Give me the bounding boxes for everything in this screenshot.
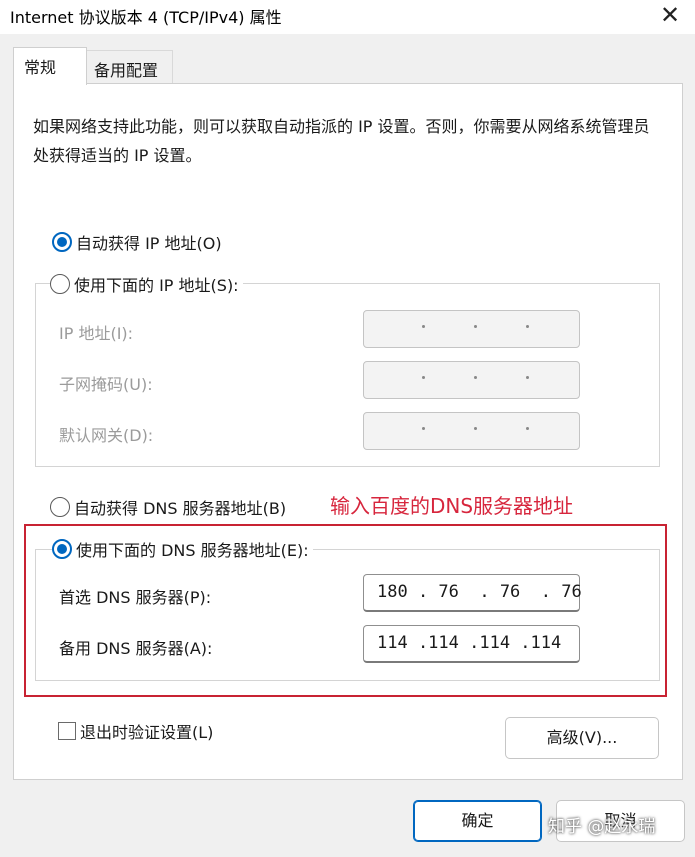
auto-ip-radio[interactable] [52, 232, 72, 252]
ip-address-label: IP 地址(I): [59, 324, 134, 343]
manual-ip-radio-row[interactable]: 使用下面的 IP 地址(S): [50, 272, 243, 296]
subnet-mask-label: 子网掩码(U): [59, 375, 153, 394]
ip-separator [422, 427, 425, 430]
manual-ip-label: 使用下面的 IP 地址(S): [74, 276, 239, 295]
close-icon[interactable]: ✕ [656, 0, 684, 30]
ip-address-input [363, 310, 580, 348]
watermark: 知乎 @赵永瑞 [548, 817, 656, 837]
ip-separator [474, 427, 477, 430]
default-gateway-input [363, 412, 580, 450]
validate-settings-row[interactable]: 退出时验证设置(L) [58, 719, 213, 743]
validate-settings-label: 退出时验证设置(L) [80, 723, 214, 742]
ip-separator [474, 325, 477, 328]
manual-ip-radio[interactable] [50, 274, 70, 294]
tab-alternate-config[interactable]: 备用配置 [87, 50, 173, 83]
annotation-highlight-box [24, 524, 667, 697]
auto-dns-radio[interactable] [50, 497, 70, 517]
default-gateway-label: 默认网关(D): [59, 426, 154, 445]
ip-separator [422, 325, 425, 328]
description-text: 如果网络支持此功能，则可以获取自动指派的 IP 设置。否则，你需要从网络系统管理… [33, 117, 650, 165]
ok-button[interactable]: 确定 [413, 800, 542, 842]
auto-dns-radio-row[interactable]: 自动获得 DNS 服务器地址(B) [50, 495, 291, 519]
subnet-mask-input [363, 361, 580, 399]
window-title: Internet 协议版本 4 (TCP/IPv4) 属性 [10, 8, 282, 27]
validate-settings-checkbox[interactable] [58, 722, 76, 740]
auto-dns-label: 自动获得 DNS 服务器地址(B) [74, 499, 287, 518]
ip-separator [526, 427, 529, 430]
ip-separator [474, 376, 477, 379]
title-bar: Internet 协议版本 4 (TCP/IPv4) 属性 ✕ [0, 0, 695, 34]
auto-ip-label: 自动获得 IP 地址(O) [76, 234, 222, 253]
annotation-text: 输入百度的DNS服务器地址 [330, 494, 574, 518]
ip-separator [526, 325, 529, 328]
auto-ip-radio-row[interactable]: 自动获得 IP 地址(O) [52, 230, 226, 254]
ip-separator [526, 376, 529, 379]
tab-general[interactable]: 常规 [13, 47, 87, 85]
ip-separator [422, 376, 425, 379]
advanced-button[interactable]: 高级(V)... [505, 717, 659, 759]
